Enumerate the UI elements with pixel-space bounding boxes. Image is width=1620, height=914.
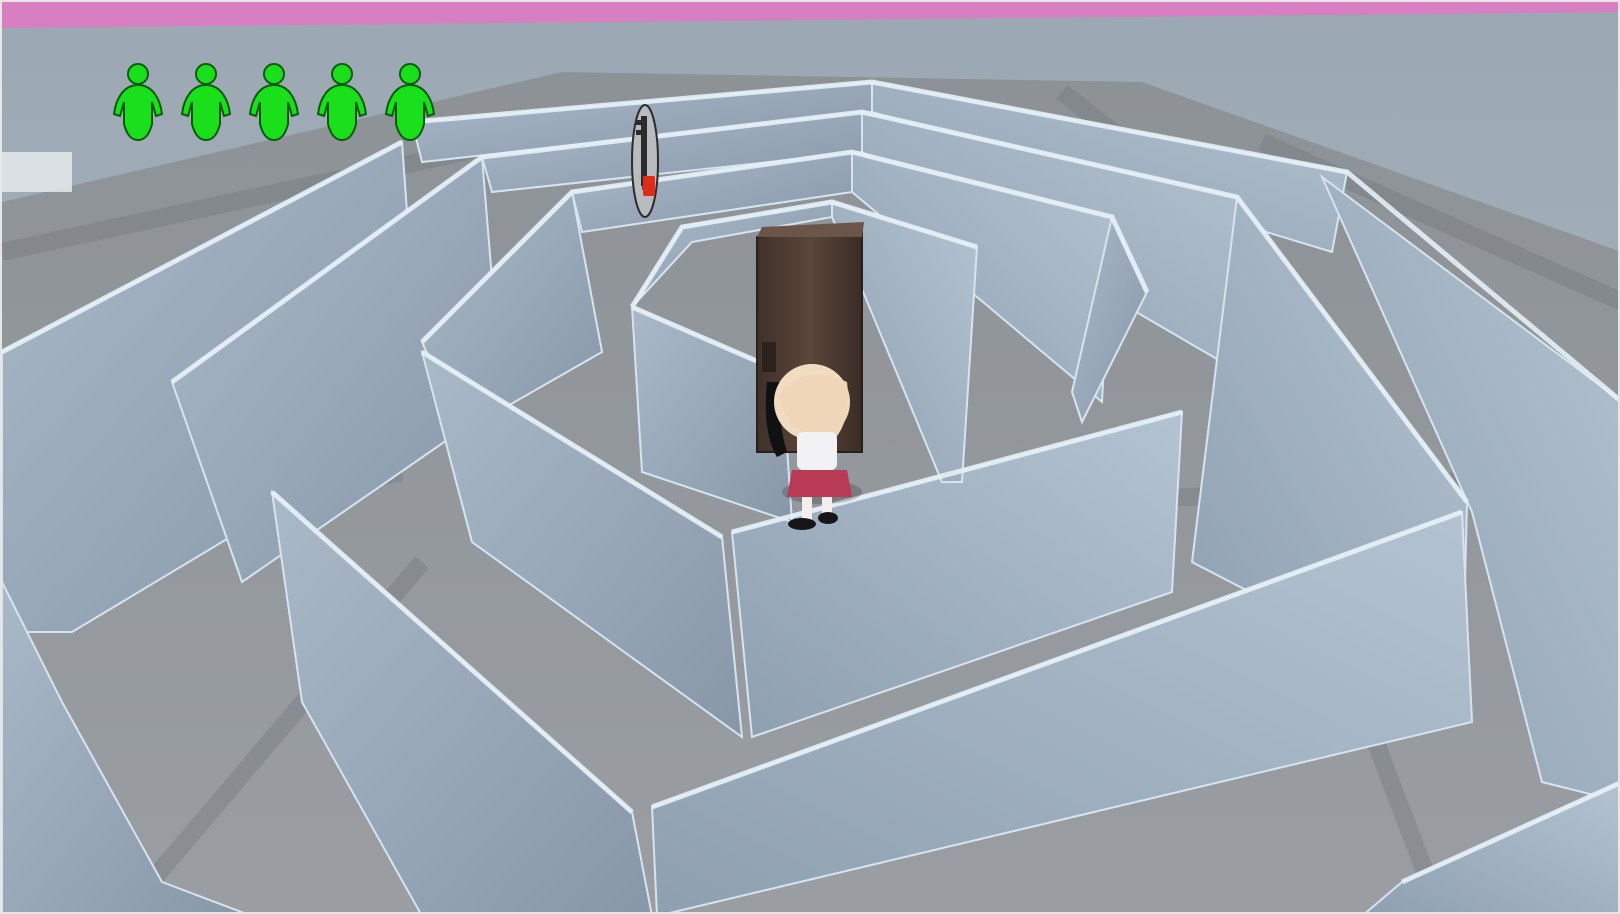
- life-icon: [112, 63, 164, 142]
- floor-light-patch: [2, 152, 72, 192]
- key-on-ring-icon: [630, 102, 660, 220]
- game-viewport[interactable]: [0, 0, 1620, 914]
- key-on-ring-graphic: [631, 104, 659, 218]
- life-icon: [248, 63, 300, 142]
- life-icon: [316, 63, 368, 142]
- lives-counter: [110, 62, 438, 144]
- life-icon: [384, 63, 436, 142]
- life-icon: [180, 63, 232, 142]
